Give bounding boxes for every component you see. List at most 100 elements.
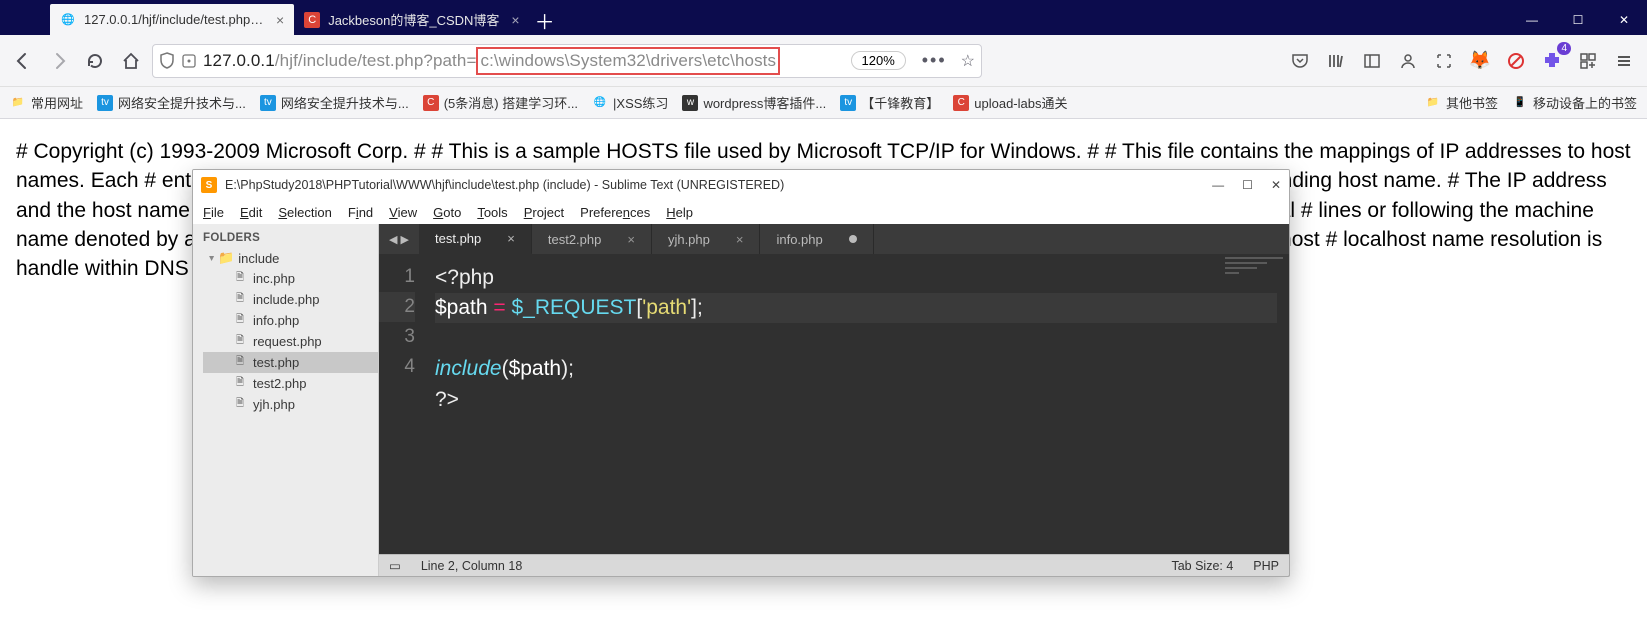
code-area[interactable]: 1 2 3 4 <?php $path = $_REQUEST['path'];… <box>379 254 1289 554</box>
file-item[interactable]: 🗎inc.php <box>203 268 378 289</box>
file-item[interactable]: 🗎request.php <box>203 331 378 352</box>
shield-icon[interactable] <box>159 52 175 70</box>
close-window-button[interactable]: ✕ <box>1601 5 1647 35</box>
folder-icon: 📁 <box>218 250 234 266</box>
minimize-button[interactable]: ― <box>1212 178 1224 192</box>
account-icon[interactable] <box>1393 46 1423 76</box>
menu-project[interactable]: Project <box>524 205 564 220</box>
folder-include[interactable]: ▸ 📁 include <box>203 248 378 268</box>
file-item[interactable]: 🗎info.php <box>203 310 378 331</box>
close-icon[interactable]: × <box>627 232 635 247</box>
editor-tabstrip: ◀ ▶ test.php×test2.php×yjh.php×info.php <box>379 224 1289 254</box>
menu-selection[interactable]: Selection <box>278 205 331 220</box>
close-icon[interactable]: × <box>736 232 744 247</box>
csdn-icon: C <box>953 95 969 111</box>
panel-switcher-icon[interactable]: ▭ <box>389 558 401 573</box>
bookmark-item[interactable]: Cupload-labs通关 <box>953 93 1067 112</box>
file-item[interactable]: 🗎yjh.php <box>203 394 378 415</box>
close-icon[interactable]: × <box>507 231 515 246</box>
dirty-dot-icon <box>849 235 857 243</box>
sublime-title-text: E:\PhpStudy2018\PHPTutorial\WWW\hjf\incl… <box>225 178 784 192</box>
browser-toolbar: 127.0.0.1/hjf/include/test.php?path=c:\w… <box>0 35 1647 87</box>
caret-down-icon: ▸ <box>206 255 217 260</box>
sublime-logo-icon: S <box>201 177 217 193</box>
status-language[interactable]: PHP <box>1253 559 1279 573</box>
bookmark-item[interactable]: tv【千锋教育】 <box>840 93 939 112</box>
url-bar[interactable]: 127.0.0.1/hjf/include/test.php?path=c:\w… <box>152 44 982 78</box>
bilibili-icon: tv <box>840 95 856 111</box>
status-cursor[interactable]: Line 2, Column 18 <box>421 559 522 573</box>
code-text[interactable]: <?php $path = $_REQUEST['path']; include… <box>425 254 1289 554</box>
new-tab-button[interactable]: ＋ <box>530 5 560 35</box>
sidebar-header: FOLDERS <box>193 224 378 248</box>
tab-nav-arrows[interactable]: ◀ ▶ <box>379 224 419 254</box>
menu-file[interactable]: File <box>203 205 224 220</box>
bookmark-item[interactable]: 📁常用网址 <box>10 93 83 112</box>
bilibili-icon: tv <box>260 95 276 111</box>
minimize-button[interactable]: ― <box>1509 5 1555 35</box>
mobile-bookmarks[interactable]: 📱移动设备上的书签 <box>1512 93 1637 112</box>
page-info-icon[interactable] <box>181 53 197 69</box>
close-icon[interactable]: × <box>276 12 284 28</box>
other-bookmarks[interactable]: 📁其他书签 <box>1425 93 1498 112</box>
bookmark-item[interactable]: tv网络安全提升技术与... <box>97 93 246 112</box>
wordpress-icon: w <box>682 95 698 111</box>
bookmark-item[interactable]: 🌐|XSS练习 <box>592 93 668 112</box>
editor-tab[interactable]: test.php× <box>419 224 532 254</box>
editor-tab[interactable]: test2.php× <box>532 224 652 254</box>
maximize-button[interactable]: ☐ <box>1242 178 1253 192</box>
addons-icon[interactable] <box>1573 46 1603 76</box>
status-bar: ▭ Line 2, Column 18 Tab Size: 4 PHP <box>379 554 1289 576</box>
menu-button[interactable] <box>1609 46 1639 76</box>
sublime-window: S E:\PhpStudy2018\PHPTutorial\WWW\hjf\in… <box>192 169 1290 577</box>
file-item[interactable]: 🗎test.php <box>203 352 378 373</box>
folder-icon: 📁 <box>1425 95 1441 111</box>
pocket-icon[interactable] <box>1285 46 1315 76</box>
file-icon: 🗎 <box>233 377 247 391</box>
globe-icon: 🌐 <box>592 95 608 111</box>
editor-tab[interactable]: yjh.php× <box>652 224 761 254</box>
reload-button[interactable] <box>80 46 110 76</box>
file-icon: 🗎 <box>233 356 247 370</box>
bookmark-star-icon[interactable]: ☆ <box>961 51 975 71</box>
file-icon: 🗎 <box>233 398 247 412</box>
bookmark-item[interactable]: C(5条消息) 搭建学习环... <box>423 93 578 112</box>
menu-view[interactable]: View <box>389 205 417 220</box>
menu-find[interactable]: Find <box>348 205 373 220</box>
file-item[interactable]: 🗎include.php <box>203 289 378 310</box>
bookmark-item[interactable]: wwordpress博客插件... <box>682 93 826 112</box>
screenshot-icon[interactable] <box>1429 46 1459 76</box>
zoom-indicator[interactable]: 120% <box>851 51 906 70</box>
folder-icon: 📁 <box>10 95 26 111</box>
file-icon: 🗎 <box>233 272 247 286</box>
noscript-icon[interactable] <box>1501 46 1531 76</box>
menu-tools[interactable]: Tools <box>477 205 507 220</box>
close-button[interactable]: ✕ <box>1271 178 1281 192</box>
maximize-button[interactable]: ☐ <box>1555 5 1601 35</box>
home-button[interactable] <box>116 46 146 76</box>
menu-edit[interactable]: Edit <box>240 205 262 220</box>
menu-goto[interactable]: Goto <box>433 205 461 220</box>
bookmarks-bar: 📁常用网址 tv网络安全提升技术与... tv网络安全提升技术与... C(5条… <box>0 87 1647 119</box>
extensions-icon[interactable]: 4 <box>1537 46 1567 76</box>
library-icon[interactable] <box>1321 46 1351 76</box>
foxyproxy-icon[interactable]: 🦊 <box>1465 46 1495 76</box>
minimap[interactable] <box>1219 254 1289 304</box>
sublime-sidebar: FOLDERS ▸ 📁 include 🗎inc.php🗎include.php… <box>193 224 379 576</box>
browser-tab-2[interactable]: C Jackbeson的博客_CSDN博客 × <box>294 4 529 35</box>
browser-tab-1[interactable]: 🌐 127.0.0.1/hjf/include/test.php?p × <box>50 4 294 35</box>
sublime-menubar: File Edit Selection Find View Goto Tools… <box>193 200 1289 224</box>
forward-button[interactable] <box>44 46 74 76</box>
back-button[interactable] <box>8 46 38 76</box>
bookmark-item[interactable]: tv网络安全提升技术与... <box>260 93 409 112</box>
menu-preferences[interactable]: Preferences <box>580 205 650 220</box>
editor-tab[interactable]: info.php <box>760 224 873 254</box>
file-icon: 🗎 <box>233 314 247 328</box>
sublime-titlebar[interactable]: S E:\PhpStudy2018\PHPTutorial\WWW\hjf\in… <box>193 170 1289 200</box>
sidebar-icon[interactable] <box>1357 46 1387 76</box>
page-actions-icon[interactable]: ••• <box>922 50 947 71</box>
menu-help[interactable]: Help <box>666 205 693 220</box>
status-tabsize[interactable]: Tab Size: 4 <box>1171 559 1233 573</box>
file-item[interactable]: 🗎test2.php <box>203 373 378 394</box>
close-icon[interactable]: × <box>511 12 519 28</box>
